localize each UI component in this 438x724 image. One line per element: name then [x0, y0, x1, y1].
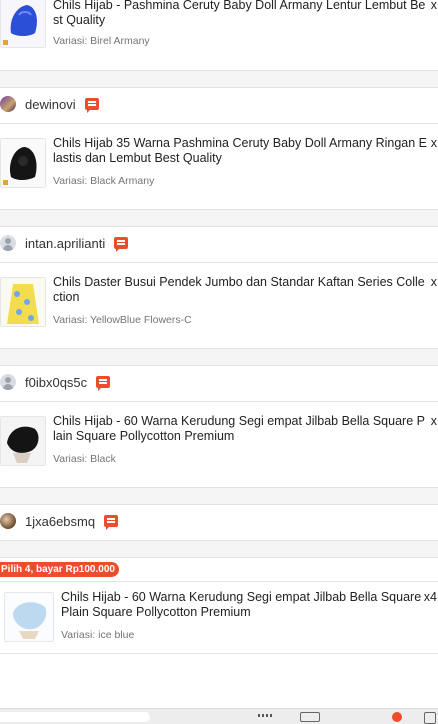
black-square-hijab-image — [1, 417, 45, 465]
seller-name[interactable]: dewinovi — [25, 97, 76, 112]
bottom-navigation-bar — [0, 708, 438, 724]
window-icon[interactable] — [424, 712, 436, 724]
seller-header[interactable]: intan.aprilianti — [0, 224, 438, 262]
section-gap — [0, 541, 438, 557]
avatar-placeholder-icon — [0, 235, 16, 251]
seller-name[interactable]: 1jxa6ebsmq — [25, 514, 95, 529]
product-variant: Variasi: ice blue — [61, 629, 135, 641]
product-title[interactable]: Chils Hijab - 60 Warna Kerudung Segi emp… — [53, 414, 427, 444]
product-thumbnail[interactable] — [0, 277, 46, 327]
notification-icon[interactable] — [392, 712, 402, 722]
product-quantity: x — [430, 414, 437, 428]
chat-icon[interactable] — [114, 237, 129, 252]
seller-name[interactable]: f0ibx0qs5c — [25, 375, 87, 390]
divider — [0, 262, 438, 263]
product-variant: Variasi: YellowBlue Flowers-C — [53, 314, 192, 326]
product-quantity: x — [430, 136, 437, 150]
seller-name[interactable]: intan.aprilianti — [25, 236, 105, 251]
product-variant: Variasi: Black — [53, 453, 116, 465]
product-title[interactable]: Chils Hijab - Pashmina Ceruty Baby Doll … — [53, 0, 427, 28]
product-title[interactable]: Chils Hijab 35 Warna Pashmina Ceruty Bab… — [53, 136, 427, 166]
product-quantity: x — [430, 275, 437, 289]
menu-icon[interactable] — [258, 714, 274, 717]
product-thumbnail[interactable] — [4, 592, 54, 642]
chat-icon[interactable] — [84, 98, 99, 113]
seller-avatar — [0, 96, 16, 112]
tabs-icon[interactable] — [300, 712, 320, 722]
seller-avatar — [0, 513, 16, 529]
seller-header[interactable]: f0ibx0qs5c — [0, 363, 438, 401]
divider — [0, 557, 438, 558]
product-title[interactable]: Chils Hijab - 60 Warna Kerudung Segi emp… — [61, 590, 425, 620]
product-title[interactable]: Chils Daster Busui Pendek Jumbo dan Stan… — [53, 275, 427, 305]
seller-header[interactable]: 1jxa6ebsmq — [0, 502, 438, 540]
product-quantity: x4 — [423, 590, 437, 604]
shop-badge-icon — [3, 40, 8, 45]
chat-icon[interactable] — [96, 376, 111, 391]
floral-dress-image — [1, 278, 45, 326]
product-thumbnail[interactable] — [0, 0, 46, 48]
product-variant: Variasi: Birel Armany — [53, 35, 150, 47]
divider — [0, 581, 438, 582]
divider — [0, 653, 438, 654]
product-thumbnail[interactable] — [0, 416, 46, 466]
chat-icon[interactable] — [104, 515, 119, 530]
avatar-placeholder-icon — [0, 374, 16, 390]
address-bar[interactable] — [0, 712, 150, 722]
divider — [0, 401, 438, 402]
seller-header[interactable]: dewinovi — [0, 85, 438, 123]
shop-badge-icon — [3, 180, 8, 185]
product-thumbnail[interactable] — [0, 138, 46, 188]
product-variant: Variasi: Black Armany — [53, 175, 155, 187]
ice-blue-hijab-image — [5, 593, 53, 641]
promo-badge: Pilih 4, bayar Rp100.000 — [0, 562, 119, 577]
product-quantity: x — [430, 0, 437, 12]
divider — [0, 123, 438, 124]
